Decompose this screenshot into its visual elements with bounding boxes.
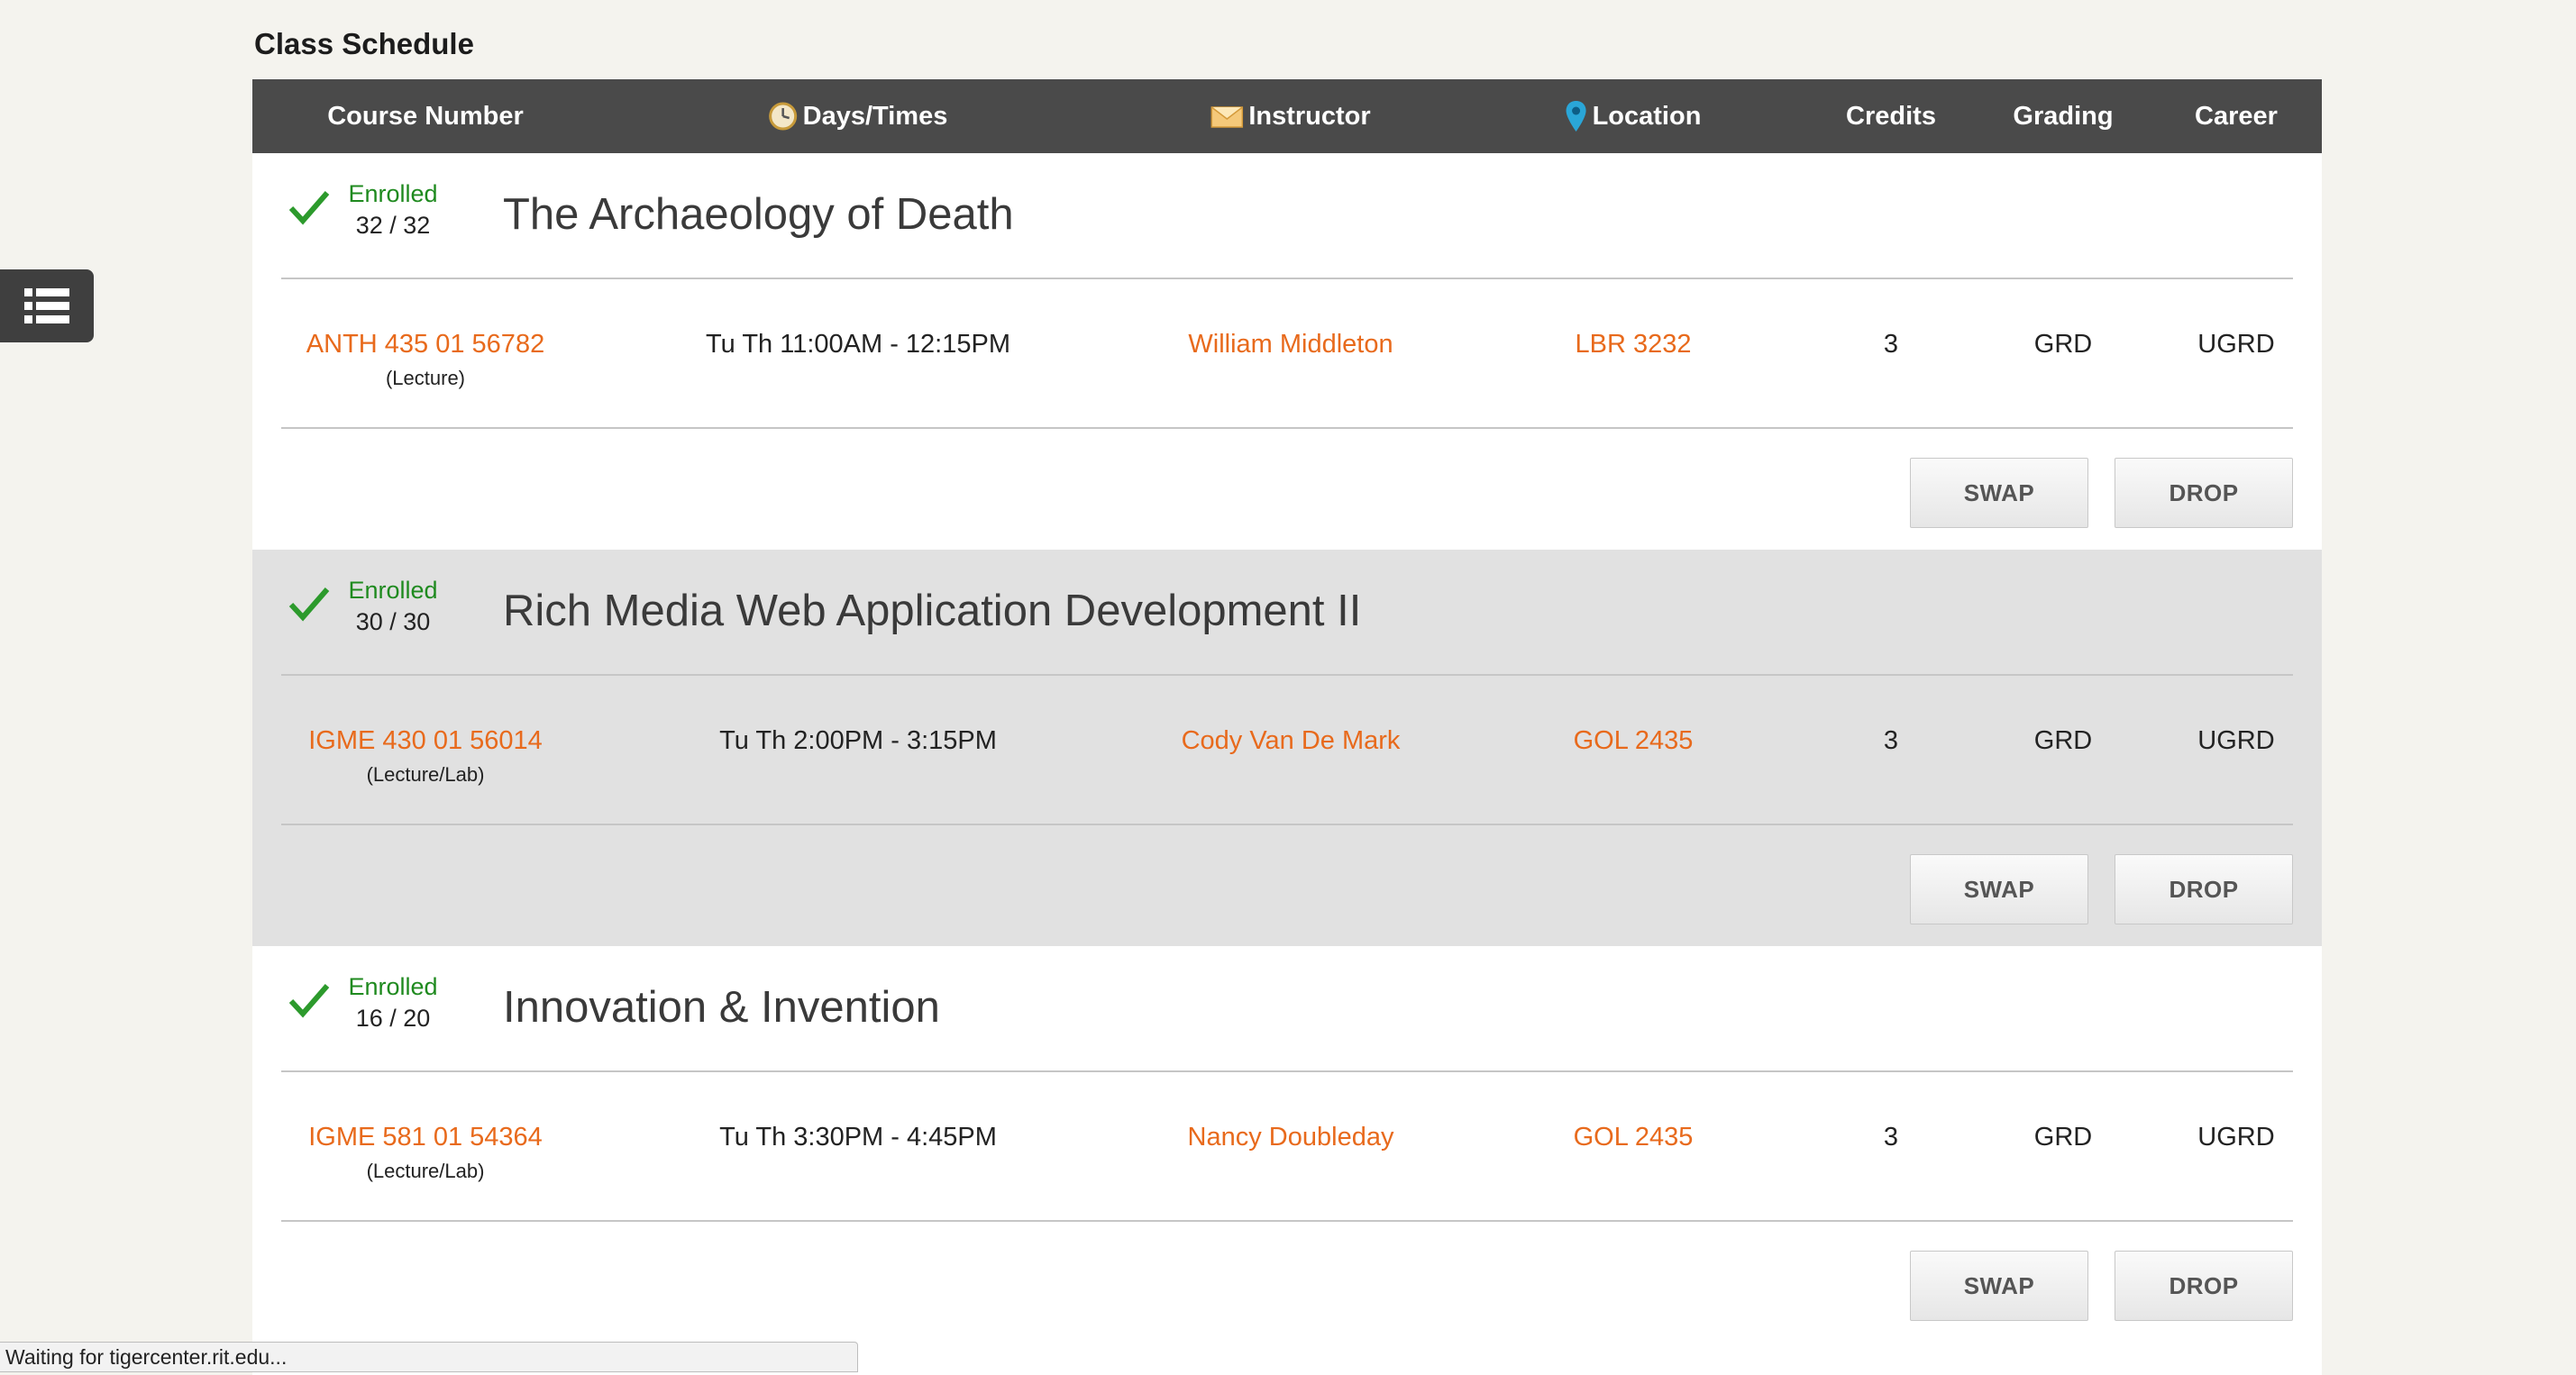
- career-cell: UGRD: [2197, 726, 2275, 755]
- course-number-link[interactable]: IGME 581 01 54364: [308, 1123, 543, 1152]
- seat-count: 16 / 20: [355, 1005, 431, 1032]
- header-credits: Credits: [1846, 101, 1936, 131]
- location-link[interactable]: GOL 2435: [1574, 1123, 1694, 1152]
- enrollment-status: Enrolled 16 / 20: [288, 973, 438, 1033]
- enrolled-label: Enrolled: [348, 973, 438, 1000]
- days-times-cell: Tu Th 11:00AM - 12:15PM: [706, 330, 1010, 359]
- table-header: Course Number Days/Times Instructor Loca…: [252, 79, 2322, 153]
- enrollment-status: Enrolled 30 / 30: [288, 577, 438, 636]
- instructor-link[interactable]: Cody Van De Mark: [1182, 726, 1401, 756]
- envelope-icon: [1210, 104, 1244, 129]
- grading-cell: GRD: [2033, 1123, 2093, 1152]
- course-title: The Archaeology of Death: [503, 190, 1014, 239]
- location-link[interactable]: GOL 2435: [1574, 726, 1694, 756]
- component-label: (Lecture): [385, 367, 466, 389]
- seat-count: 30 / 30: [355, 608, 431, 635]
- credits-cell: 3: [1883, 330, 1899, 359]
- course-title: Innovation & Invention: [503, 983, 940, 1032]
- header-career: Career: [2195, 101, 2278, 131]
- class-schedule-table: Course Number Days/Times Instructor Loca…: [252, 79, 2322, 1375]
- course-number-cell: ANTH 435 01 56782 (Lecture): [306, 330, 544, 390]
- course-number-cell: IGME 581 01 54364 (Lecture/Lab): [308, 1123, 543, 1183]
- instructor-link[interactable]: Nancy Doubleday: [1188, 1123, 1394, 1152]
- swap-button[interactable]: SWAP: [1910, 854, 2088, 924]
- grading-cell: GRD: [2033, 726, 2093, 755]
- course-title: Rich Media Web Application Development I…: [503, 587, 1362, 635]
- course-block: Enrolled 16 / 20 Innovation & Invention …: [252, 946, 2322, 1343]
- drop-button[interactable]: DROP: [2115, 1251, 2293, 1321]
- check-icon: [288, 189, 330, 230]
- list-icon: [23, 287, 71, 326]
- course-number-link[interactable]: ANTH 435 01 56782: [306, 330, 544, 360]
- check-icon: [288, 982, 330, 1023]
- course-number-cell: IGME 430 01 56014 (Lecture/Lab): [308, 726, 543, 787]
- divider: [281, 427, 2293, 429]
- course-block: Enrolled 30 / 30 Rich Media Web Applicat…: [252, 550, 2322, 946]
- credits-cell: 3: [1883, 726, 1899, 755]
- swap-button[interactable]: SWAP: [1910, 458, 2088, 528]
- instructor-link[interactable]: William Middleton: [1188, 330, 1393, 360]
- browser-status-bar: Waiting for tigercenter.rit.edu...: [0, 1342, 858, 1372]
- header-instructor: Instructor: [1210, 79, 1371, 153]
- side-menu-tab[interactable]: [0, 269, 94, 342]
- course-number-link[interactable]: IGME 430 01 56014: [308, 726, 543, 756]
- credits-cell: 3: [1883, 1123, 1899, 1152]
- page-title: Class Schedule: [254, 27, 474, 60]
- header-course-number: Course Number: [327, 101, 524, 131]
- divider: [281, 824, 2293, 825]
- divider: [281, 674, 2293, 676]
- days-times-cell: Tu Th 2:00PM - 3:15PM: [719, 726, 997, 755]
- header-grading: Grading: [2013, 101, 2114, 131]
- seat-count: 32 / 32: [355, 212, 431, 239]
- grading-cell: GRD: [2033, 330, 2093, 359]
- check-icon: [288, 586, 330, 626]
- divider: [281, 1070, 2293, 1072]
- header-days-times: Days/Times: [769, 79, 947, 153]
- component-label: (Lecture/Lab): [366, 763, 485, 786]
- course-block: Enrolled 32 / 32 The Archaeology of Deat…: [252, 153, 2322, 550]
- enrolled-label: Enrolled: [348, 577, 438, 604]
- map-pin-icon: [1566, 100, 1587, 132]
- enrollment-status: Enrolled 32 / 32: [288, 180, 438, 240]
- drop-button[interactable]: DROP: [2115, 458, 2293, 528]
- career-cell: UGRD: [2197, 1123, 2275, 1152]
- header-location: Location: [1566, 79, 1701, 153]
- component-label: (Lecture/Lab): [366, 1160, 485, 1182]
- career-cell: UGRD: [2197, 330, 2275, 359]
- drop-button[interactable]: DROP: [2115, 854, 2293, 924]
- divider: [281, 1220, 2293, 1222]
- location-link[interactable]: LBR 3232: [1576, 330, 1692, 360]
- divider: [281, 278, 2293, 279]
- enrolled-label: Enrolled: [348, 180, 438, 207]
- clock-icon: [769, 102, 798, 131]
- days-times-cell: Tu Th 3:30PM - 4:45PM: [719, 1123, 997, 1152]
- swap-button[interactable]: SWAP: [1910, 1251, 2088, 1321]
